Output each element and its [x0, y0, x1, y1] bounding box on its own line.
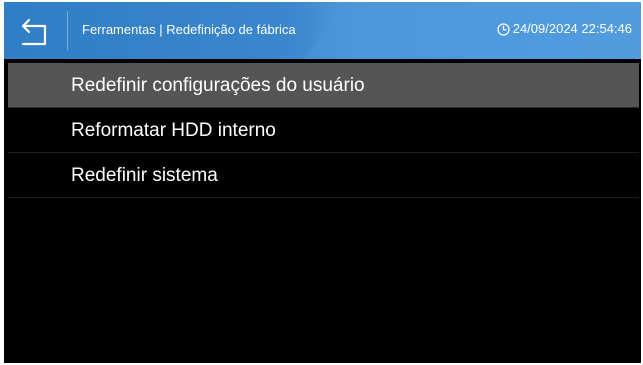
back-button[interactable] [18, 15, 52, 47]
menu-item-reset-system[interactable]: Redefinir sistema [8, 153, 639, 198]
menu-item-reformat-hdd[interactable]: Reformatar HDD interno [8, 108, 639, 153]
menu-item-label: Redefinir configurações do usuário [71, 75, 365, 96]
device-screen: Ferramentas | Redefinição de fábrica 24/… [4, 2, 641, 363]
menu-item-label: Redefinir sistema [71, 165, 218, 186]
header-bar: Ferramentas | Redefinição de fábrica 24/… [4, 2, 641, 59]
header-divider [67, 11, 68, 50]
back-arrow-icon [18, 15, 52, 47]
menu-item-reset-user-settings[interactable]: Redefinir configurações do usuário [8, 63, 639, 108]
menu-item-label: Reformatar HDD interno [71, 120, 276, 141]
datetime-text: 24/09/2024 22:54:46 [512, 21, 632, 36]
reset-options-list: Redefinir configurações do usuário Refor… [8, 63, 639, 198]
clock-icon [497, 22, 510, 36]
datetime-display: 24/09/2024 22:54:46 [497, 21, 632, 37]
page-title: Ferramentas | Redefinição de fábrica [82, 22, 296, 37]
